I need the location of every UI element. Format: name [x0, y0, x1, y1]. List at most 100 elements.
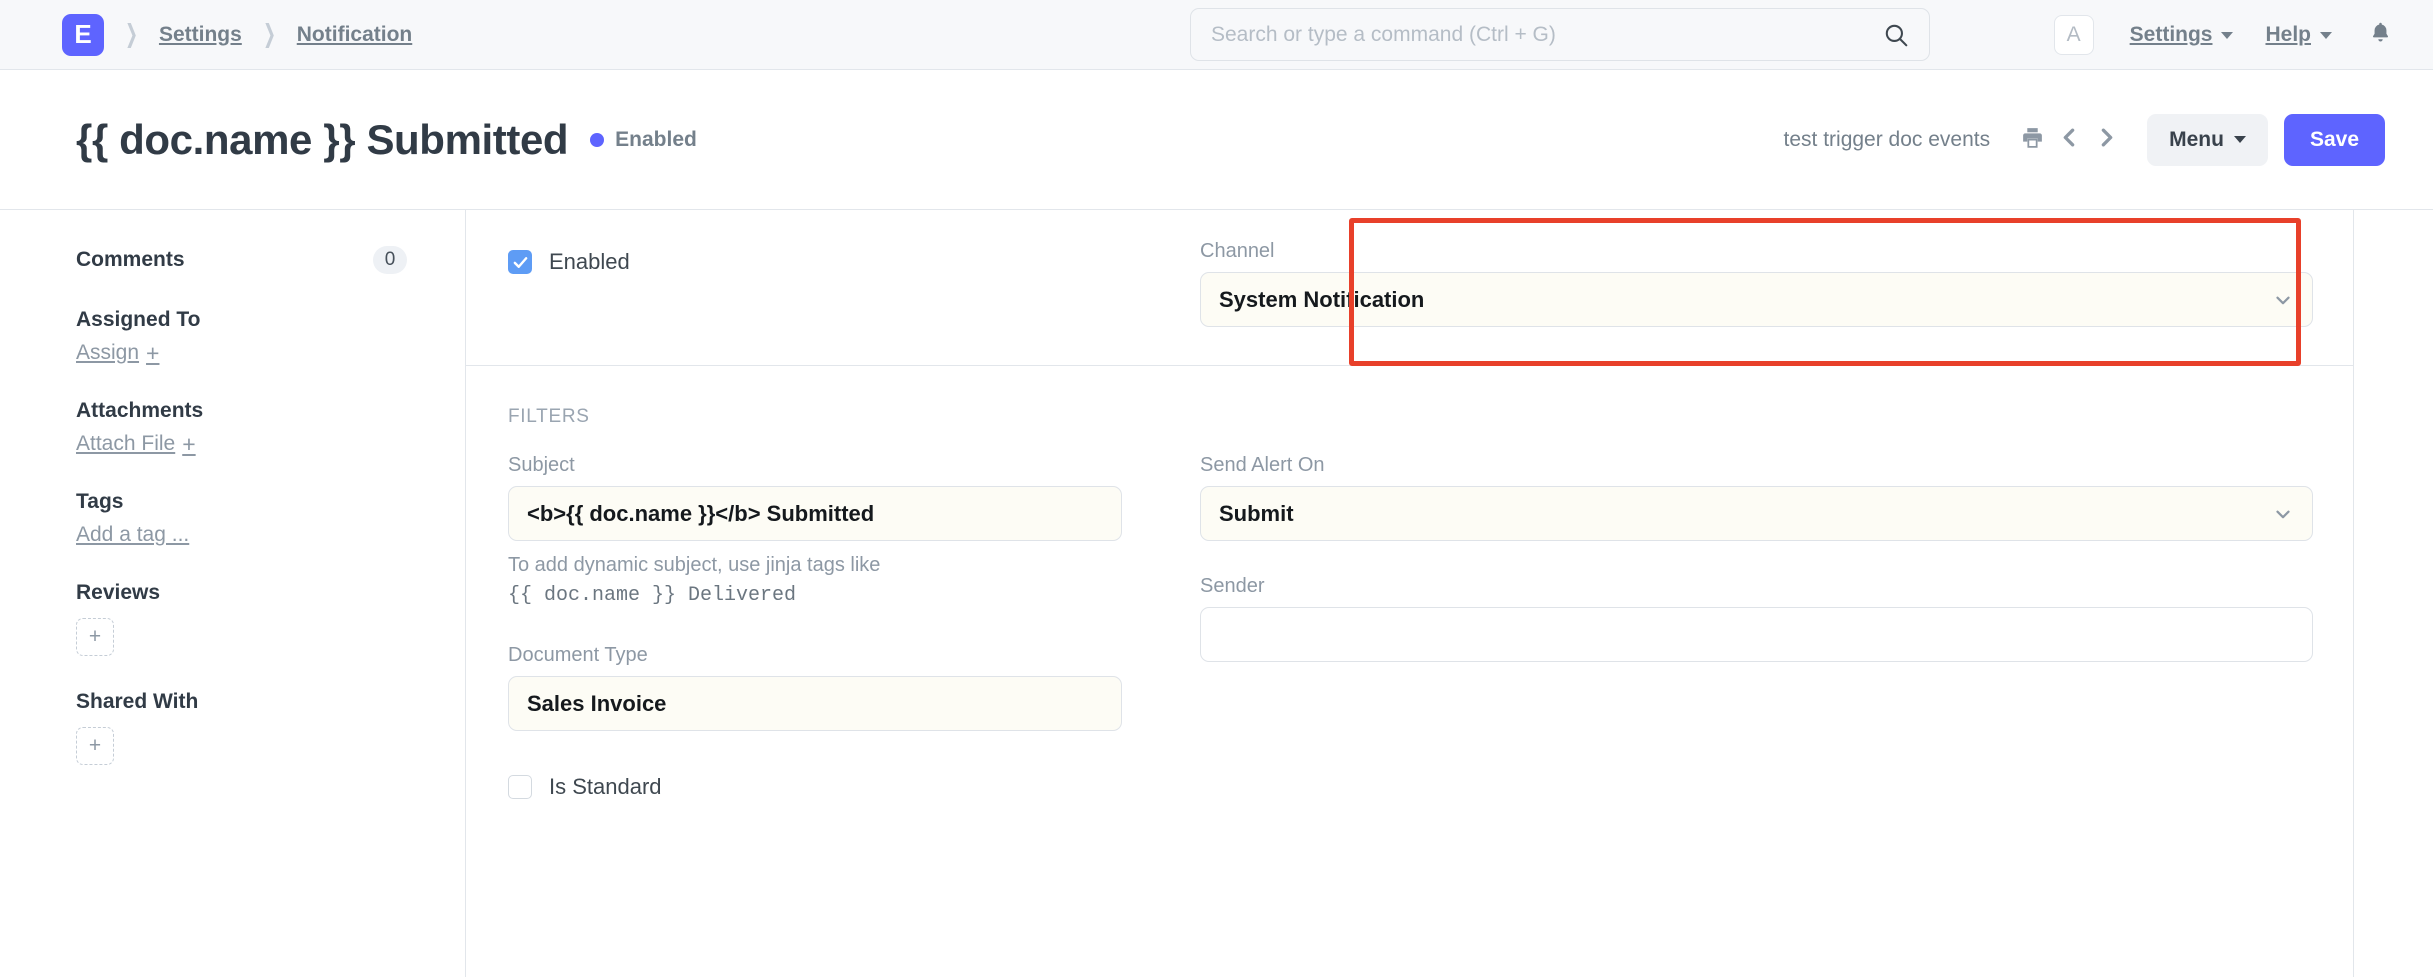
top-navbar: E ❯ Settings ❯ Notification A Settings H… — [0, 0, 2433, 70]
page-header-actions: test trigger doc events — [1784, 114, 2385, 166]
enabled-label: Enabled — [549, 249, 630, 275]
attachments-label: Attachments — [76, 399, 407, 423]
breadcrumb-settings[interactable]: Settings — [159, 23, 242, 47]
print-button[interactable] — [2014, 121, 2051, 159]
page-header: {{ doc.name }} Submitted Enabled test tr… — [0, 70, 2433, 210]
breadcrumb-notification[interactable]: Notification — [297, 23, 413, 47]
page-body: Comments 0 Assigned To Assign + Attachme… — [0, 210, 2433, 977]
chevron-down-icon — [2320, 32, 2332, 39]
sidebar-section-attachments: Attachments Attach File + — [76, 399, 407, 456]
is-standard-checkbox-row[interactable]: Is Standard — [508, 765, 1122, 800]
send-alert-on-label: Send Alert On — [1200, 454, 2313, 477]
add-share-button[interactable]: + — [76, 727, 114, 765]
prev-record-button[interactable] — [2051, 121, 2088, 159]
avatar[interactable]: A — [2054, 15, 2094, 55]
chevron-down-icon — [2272, 289, 2294, 311]
shared-with-label: Shared With — [76, 690, 407, 714]
main-column: Enabled Channel System Notification — [466, 210, 2433, 977]
sender-label: Sender — [1200, 575, 2313, 598]
chevron-down-icon — [2272, 503, 2294, 525]
chevron-left-icon — [2057, 125, 2082, 155]
enabled-checkbox-row[interactable]: Enabled — [508, 240, 1122, 275]
chevron-right-icon — [2094, 125, 2119, 155]
save-button[interactable]: Save — [2284, 114, 2385, 166]
add-tag-label: Add a tag ... — [76, 523, 189, 547]
plus-icon: + — [89, 734, 101, 758]
channel-value: System Notification — [1219, 287, 1424, 313]
subject-field-group: Subject <b>{{ doc.name }}</b> Submitted … — [508, 454, 1122, 610]
nav-menu-settings[interactable]: Settings — [2114, 15, 2250, 55]
sidebar-section-assigned-to: Assigned To Assign + — [76, 308, 407, 365]
search-input[interactable] — [1211, 23, 1883, 47]
sender-input[interactable] — [1200, 607, 2313, 662]
assign-button[interactable]: Assign + — [76, 341, 407, 365]
subject-value: <b>{{ doc.name }}</b> Submitted — [527, 501, 874, 527]
app-logo[interactable]: E — [62, 14, 104, 56]
menu-button-label: Menu — [2169, 128, 2224, 152]
subject-input[interactable]: <b>{{ doc.name }}</b> Submitted — [508, 486, 1122, 541]
subject-help-text: To add dynamic subject, use jinja tags l… — [508, 551, 1122, 610]
document-type-field-group: Document Type Sales Invoice — [508, 644, 1122, 731]
sidebar-section-tags: Tags Add a tag ... — [76, 490, 407, 547]
search-icon — [1883, 22, 1909, 48]
chevron-down-icon — [2234, 136, 2246, 143]
document-type-value: Sales Invoice — [527, 691, 666, 717]
form-section-top: Enabled Channel System Notification — [466, 210, 2353, 366]
add-review-button[interactable]: + — [76, 618, 114, 656]
assign-label: Assign — [76, 341, 139, 365]
print-icon — [2020, 125, 2045, 155]
chevron-down-icon — [2221, 32, 2233, 39]
filters-heading: FILTERS — [508, 406, 2313, 428]
tags-label: Tags — [76, 490, 407, 514]
attach-file-label: Attach File — [76, 432, 175, 456]
form-section-filters: FILTERS Subject <b>{{ doc.name }}</b> Su… — [466, 366, 2353, 838]
assigned-to-label: Assigned To — [76, 308, 407, 332]
sidebar-section-comments: Comments 0 — [76, 246, 407, 274]
plus-icon: + — [182, 433, 195, 456]
bell-icon — [2368, 20, 2393, 50]
header-note: test trigger doc events — [1784, 128, 1991, 152]
document-type-label: Document Type — [508, 644, 1122, 667]
document-type-input[interactable]: Sales Invoice — [508, 676, 1122, 731]
channel-label: Channel — [1200, 240, 2313, 263]
comments-count: 0 — [373, 246, 407, 274]
sidebar-section-shared-with: Shared With + — [76, 690, 407, 765]
breadcrumb-separator-icon: ❯ — [125, 22, 138, 47]
send-alert-on-value: Submit — [1219, 501, 1294, 527]
add-tag-input[interactable]: Add a tag ... — [76, 523, 407, 547]
comments-label: Comments — [76, 248, 185, 272]
nav-menu-settings-label: Settings — [2130, 23, 2213, 47]
status-dot-icon — [590, 133, 604, 147]
attach-file-button[interactable]: Attach File + — [76, 432, 407, 456]
global-search — [1190, 8, 1930, 61]
channel-field-group: Channel System Notification — [1122, 240, 2313, 327]
reviews-label: Reviews — [76, 581, 407, 605]
status-badge: Enabled — [590, 128, 697, 152]
status-label: Enabled — [615, 128, 697, 152]
menu-button[interactable]: Menu — [2147, 114, 2268, 166]
form-card: Enabled Channel System Notification — [466, 210, 2354, 977]
next-record-button[interactable] — [2088, 121, 2125, 159]
nav-menu-help[interactable]: Help — [2249, 15, 2348, 55]
enabled-field-group: Enabled — [508, 240, 1122, 327]
subject-help-line: To add dynamic subject, use jinja tags l… — [508, 554, 880, 576]
sidebar-section-reviews: Reviews + — [76, 581, 407, 656]
is-standard-checkbox[interactable] — [508, 775, 532, 799]
breadcrumb-separator-icon: ❯ — [263, 22, 276, 47]
navbar-right: A Settings Help — [2054, 0, 2405, 70]
send-alert-on-field-group: Send Alert On Submit — [1200, 454, 2313, 541]
page-title: {{ doc.name }} Submitted — [76, 116, 568, 164]
plus-icon: + — [146, 342, 159, 365]
channel-select[interactable]: System Notification — [1200, 272, 2313, 327]
plus-icon: + — [89, 625, 101, 649]
send-alert-on-select[interactable]: Submit — [1200, 486, 2313, 541]
search-box[interactable] — [1190, 8, 1930, 61]
nav-menu-help-label: Help — [2265, 23, 2311, 47]
sender-field-group: Sender — [1200, 575, 2313, 662]
subject-help-example: {{ doc.name }} Delivered — [508, 581, 1122, 610]
sidebar: Comments 0 Assigned To Assign + Attachme… — [0, 210, 466, 977]
is-standard-label: Is Standard — [549, 774, 662, 800]
enabled-checkbox[interactable] — [508, 250, 532, 274]
subject-label: Subject — [508, 454, 1122, 477]
notifications-button[interactable] — [2348, 12, 2405, 58]
